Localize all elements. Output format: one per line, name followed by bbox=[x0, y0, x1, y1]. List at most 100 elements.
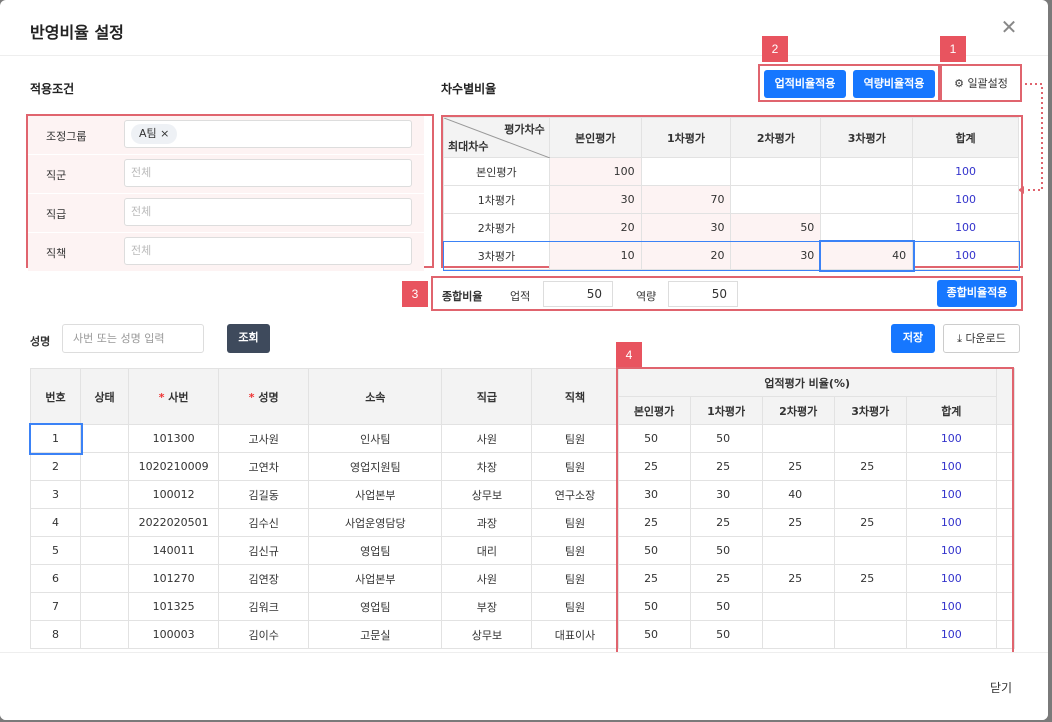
row-status bbox=[80, 480, 130, 509]
highlight-perf-ratio-columns bbox=[616, 367, 1014, 655]
row-employee-id: 2022020501 bbox=[128, 508, 220, 537]
row-dept: 인사팀 bbox=[308, 424, 443, 453]
row-dept: 사업본부 bbox=[308, 564, 443, 593]
row-title: 팀원 bbox=[531, 424, 619, 453]
perf-label: 업적 bbox=[510, 290, 531, 303]
job-group-select[interactable]: 전체 bbox=[124, 159, 412, 187]
row-number: 5 bbox=[29, 536, 82, 565]
row-rank: 사원 bbox=[441, 564, 533, 593]
gear-icon: ⚙ bbox=[954, 77, 964, 90]
row-rank: 과장 bbox=[441, 508, 533, 537]
rank-select[interactable]: 전체 bbox=[124, 198, 412, 226]
row-title: 팀원 bbox=[531, 452, 619, 481]
row-name: 김신규 bbox=[218, 536, 310, 565]
download-icon: ⤓ bbox=[957, 332, 962, 345]
row-status bbox=[80, 564, 130, 593]
row-number: 8 bbox=[29, 620, 82, 649]
row-title: 팀원 bbox=[531, 564, 619, 593]
comp-ratio-apply-button[interactable]: 역량비율적용 bbox=[853, 70, 935, 98]
row-employee-id: 101270 bbox=[128, 564, 220, 593]
row-dept: 사업운영담당 bbox=[308, 508, 443, 537]
row-dept: 영업팀 bbox=[308, 536, 443, 565]
group-tag-input[interactable]: A팀 × bbox=[124, 120, 412, 148]
total-ratio-apply-button[interactable]: 종합비율적용 bbox=[937, 280, 1017, 307]
name-label: 성명 bbox=[30, 335, 51, 348]
ratio-row: 1차평가 30 70 100 bbox=[443, 185, 1019, 214]
modal-footer: 닫기 bbox=[0, 652, 1048, 720]
row-title: 대표이사 bbox=[531, 620, 619, 649]
ratio-row-selected: 3차평가 10 20 30 40 100 bbox=[442, 239, 1020, 272]
badge-4: 4 bbox=[616, 342, 642, 368]
row-rank: 상무보 bbox=[441, 620, 533, 649]
row-number: 4 bbox=[29, 508, 82, 537]
search-input[interactable]: 사번 또는 성명 입력 bbox=[62, 324, 204, 353]
row-employee-id: 1020210009 bbox=[128, 452, 220, 481]
condition-row-group: 조정그룹 A팀 × bbox=[28, 116, 424, 154]
condition-row-job-group: 직군 전체 bbox=[28, 155, 424, 193]
row-dept: 영업팀 bbox=[308, 592, 443, 621]
tag-a-team: A팀 × bbox=[131, 124, 178, 144]
row-name: 김길동 bbox=[218, 480, 310, 509]
row-title: 연구소장 bbox=[531, 480, 619, 509]
row-name: 김연장 bbox=[218, 564, 310, 593]
row-status bbox=[80, 620, 130, 649]
row-title: 팀원 bbox=[531, 592, 619, 621]
row-name: 김수신 bbox=[218, 508, 310, 537]
close-button[interactable]: 닫기 bbox=[990, 679, 1012, 696]
row-name: 김워크 bbox=[218, 592, 310, 621]
save-button[interactable]: 저장 bbox=[891, 324, 935, 353]
badge-1: 1 bbox=[940, 36, 966, 62]
row-status bbox=[80, 536, 130, 565]
conditions-label: 적용조건 bbox=[30, 82, 75, 96]
row-status bbox=[80, 592, 130, 621]
comp-label: 역량 bbox=[636, 290, 657, 303]
row-rank: 차장 bbox=[441, 452, 533, 481]
row-status bbox=[80, 424, 130, 453]
modal-title: 반영비율 설정 bbox=[30, 23, 124, 42]
row-dept: 고문실 bbox=[308, 620, 443, 649]
row-rank: 대리 bbox=[441, 536, 533, 565]
ratio-label: 차수별비율 bbox=[441, 82, 497, 96]
row-number: 6 bbox=[29, 564, 82, 593]
row-dept: 사업본부 bbox=[308, 480, 443, 509]
comp-ratio-input[interactable]: 50 bbox=[668, 281, 738, 307]
row-number: 2 bbox=[29, 452, 82, 481]
modal-header: 반영비율 설정 ✕ bbox=[0, 0, 1048, 56]
perf-ratio-input[interactable]: 50 bbox=[543, 281, 613, 307]
row-title: 팀원 bbox=[531, 508, 619, 537]
condition-row-position: 직책 전체 bbox=[28, 233, 424, 271]
perf-ratio-apply-button[interactable]: 업적비율적용 bbox=[764, 70, 846, 98]
position-select[interactable]: 전체 bbox=[124, 237, 412, 265]
ratio-row: 2차평가 20 30 50 100 bbox=[443, 213, 1019, 242]
download-button[interactable]: ⤓ 다운로드 bbox=[943, 324, 1020, 353]
row-name: 고연차 bbox=[218, 452, 310, 481]
close-icon[interactable]: ✕ bbox=[998, 16, 1020, 38]
remove-tag-icon[interactable]: × bbox=[160, 127, 169, 140]
row-name: 김이수 bbox=[218, 620, 310, 649]
badge-3: 3 bbox=[402, 281, 428, 307]
row-name: 고사원 bbox=[218, 424, 310, 453]
row-number: 7 bbox=[29, 592, 82, 621]
total-ratio-label: 종합비율 bbox=[442, 290, 483, 303]
row-rank: 상무보 bbox=[441, 480, 533, 509]
ratio-table: 평가차수 최대차수 본인평가 1차평가 2차평가 3차평가 합계 본인평가 10… bbox=[442, 117, 1020, 272]
row-employee-id: 100003 bbox=[128, 620, 220, 649]
badge-2: 2 bbox=[762, 36, 788, 62]
row-employee-id: 140011 bbox=[128, 536, 220, 565]
row-rank: 부장 bbox=[441, 592, 533, 621]
row-status bbox=[80, 452, 130, 481]
ratio-corner: 평가차수 최대차수 bbox=[443, 117, 550, 158]
ratio-row: 본인평가 100 100 bbox=[443, 157, 1019, 186]
search-button[interactable]: 조회 bbox=[227, 324, 270, 353]
bulk-setting-button[interactable]: ⚙ 일괄설정 bbox=[946, 72, 1016, 98]
row-number: 3 bbox=[29, 480, 82, 509]
row-rank: 사원 bbox=[441, 424, 533, 453]
row-title: 팀원 bbox=[531, 536, 619, 565]
row-number: 1 bbox=[28, 422, 83, 455]
row-status bbox=[80, 508, 130, 537]
row-employee-id: 101325 bbox=[128, 592, 220, 621]
ratio-settings-modal: 반영비율 설정 ✕ 적용조건 차수별비율 2 1 업적비율적용 역량비율적용 ⚙… bbox=[0, 0, 1048, 720]
row-dept: 영업지원팀 bbox=[308, 452, 443, 481]
condition-row-rank: 직급 전체 bbox=[28, 194, 424, 232]
row-employee-id: 101300 bbox=[128, 424, 220, 453]
